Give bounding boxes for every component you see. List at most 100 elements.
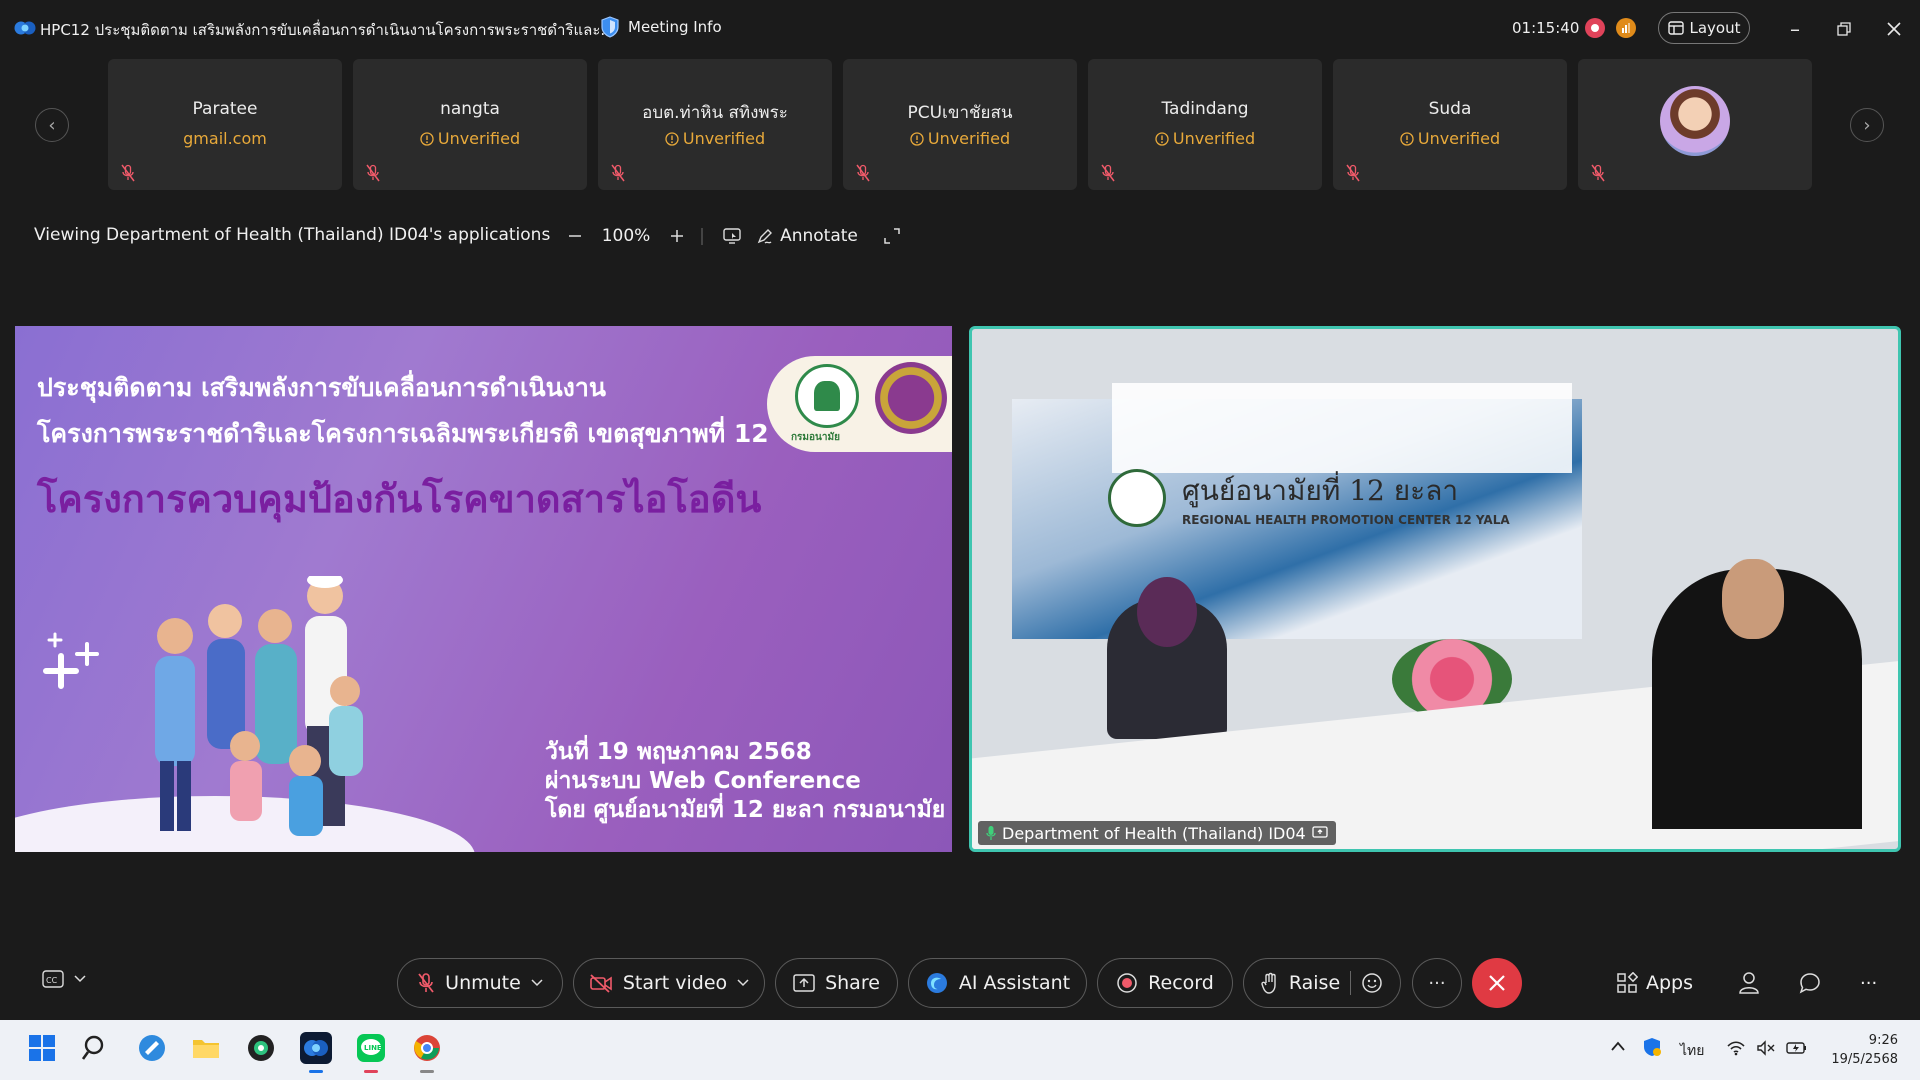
participant-status-text: Unverified	[682, 129, 766, 148]
participants-button[interactable]	[1738, 968, 1760, 998]
participant-tile[interactable]: Tadindang Unverified	[1088, 59, 1322, 190]
chrome-icon[interactable]	[411, 1032, 443, 1064]
share-label: Share	[825, 972, 880, 994]
shared-content-slide: ประชุมติดตาม เสริมพลังการขับเคลื่อนการดำ…	[15, 326, 952, 852]
unmute-label: Unmute	[445, 972, 521, 994]
record-button[interactable]: Record	[1097, 958, 1233, 1008]
end-meeting-button[interactable]	[1472, 958, 1522, 1008]
signal-bars-icon	[1622, 23, 1630, 33]
layout-button[interactable]: Layout	[1658, 12, 1750, 44]
backdrop-banner	[1112, 383, 1572, 473]
annotate-icon	[757, 229, 773, 244]
chat-icon	[1799, 973, 1820, 994]
participant-tile[interactable]: Suda Unverified	[1333, 59, 1567, 190]
search-icon[interactable]	[80, 1032, 112, 1064]
webex-logo-icon	[14, 21, 36, 35]
microphone-muted-icon	[1101, 164, 1115, 182]
volume-muted-icon[interactable]	[1756, 1040, 1776, 1060]
participant-status-text: Unverified	[437, 129, 521, 148]
webex-app-icon[interactable]	[300, 1032, 332, 1064]
recording-indicator-icon[interactable]	[1585, 18, 1605, 38]
security-shield-icon[interactable]	[1641, 1036, 1663, 1062]
zoom-out-icon[interactable]	[560, 222, 590, 250]
ai-assistant-button[interactable]: AI Assistant	[908, 958, 1087, 1008]
windows-start-icon[interactable]	[26, 1032, 58, 1064]
browser-app-icon[interactable]	[245, 1032, 277, 1064]
viewing-status: Viewing Department of Health (Thailand) …	[34, 225, 551, 245]
chevron-down-icon[interactable]	[737, 979, 749, 987]
warning-icon	[1400, 131, 1414, 146]
participant-name: Tadindang	[1161, 99, 1249, 119]
unmute-button[interactable]: Unmute	[397, 958, 563, 1008]
participant-tile[interactable]: อบต.ท่าหิน สทิงพระ Unverified	[598, 59, 832, 190]
participant-tile[interactable]: PCUเขาชัยสน Unverified	[843, 59, 1077, 190]
raise-hand-button[interactable]: Raise	[1243, 958, 1401, 1008]
more-options-button[interactable]: ···	[1412, 958, 1462, 1008]
reactions-icon[interactable]	[1361, 972, 1383, 994]
active-app-indicator	[309, 1070, 323, 1073]
annotate-button[interactable]: Annotate	[752, 222, 862, 250]
avatar	[1660, 86, 1730, 156]
meeting-info-button[interactable]: Meeting Info	[600, 16, 722, 38]
closed-captions-button[interactable]: CC	[42, 970, 86, 988]
microphone-muted-icon	[856, 164, 870, 182]
line-app-icon[interactable]: LINE	[355, 1032, 387, 1064]
microphone-muted-icon	[611, 164, 625, 182]
restore-icon[interactable]	[1829, 14, 1859, 44]
apps-label: Apps	[1646, 972, 1694, 994]
zoom-in-icon[interactable]	[662, 222, 692, 250]
more-panels-button[interactable]: ···	[1860, 968, 1877, 998]
wifi-icon[interactable]	[1726, 1040, 1746, 1060]
record-label: Record	[1148, 972, 1214, 994]
language-indicator[interactable]: ไทย	[1680, 1040, 1704, 1062]
running-app-indicator	[420, 1070, 434, 1073]
chevron-down-icon[interactable]	[531, 979, 543, 987]
slide-headline: โครงการควบคุมป้องกันโรคขาดสารไอโอดีน	[37, 477, 762, 521]
slide-line-1: ประชุมติดตาม เสริมพลังการขับเคลื่อนการดำ…	[37, 373, 607, 402]
department-emblem-icon	[1108, 469, 1166, 527]
file-explorer-icon[interactable]	[190, 1032, 222, 1064]
slide-line-2: โครงการพระราชดำริและโครงการเฉลิมพระเกียร…	[37, 419, 769, 448]
battery-charging-icon[interactable]	[1786, 1040, 1808, 1060]
clock-date: 19/5/2568	[1831, 1052, 1898, 1067]
backdrop-sign-thai: ศูนย์อนามัยที่ 12 ยะลา	[1182, 474, 1459, 507]
meeting-info-label: Meeting Info	[628, 18, 722, 36]
slide-logos: กรมอนามัย	[767, 356, 952, 452]
warning-icon	[1155, 131, 1169, 146]
remote-control-icon[interactable]	[712, 222, 752, 250]
start-video-button[interactable]: Start video	[573, 958, 765, 1008]
participant-status-text: Unverified	[1172, 129, 1256, 148]
participant-figure-left	[1107, 577, 1227, 739]
divider	[1350, 971, 1352, 995]
warning-icon	[665, 131, 679, 146]
sparkle-icon	[43, 632, 99, 689]
apps-button[interactable]: Apps	[1616, 968, 1693, 998]
svg-text:CC: CC	[46, 976, 58, 985]
close-icon	[1489, 975, 1505, 991]
participant-name: nangta	[440, 99, 500, 119]
chat-button[interactable]	[1798, 968, 1822, 998]
taskbar-app-icon[interactable]	[136, 1032, 168, 1064]
show-hidden-icons-icon[interactable]	[1610, 1040, 1626, 1056]
network-status-icon[interactable]	[1616, 18, 1636, 38]
participant-status-text: Unverified	[927, 129, 1011, 148]
close-window-icon[interactable]	[1879, 14, 1909, 44]
strip-next-arrow-icon[interactable]: ›	[1850, 108, 1884, 142]
fullscreen-icon[interactable]	[872, 222, 912, 250]
app-notification-indicator	[364, 1070, 378, 1073]
zoom-level: 100%	[601, 226, 651, 246]
system-clock[interactable]: 9:26 19/5/2568	[1818, 1031, 1898, 1069]
active-speaker-video[interactable]: ศูนย์อนามัยที่ 12 ยะลา REGIONAL HEALTH P…	[969, 326, 1901, 852]
minimize-icon[interactable]: –	[1780, 14, 1810, 44]
participant-tile[interactable]: nangta Unverified	[353, 59, 587, 190]
participant-figure-right	[1652, 559, 1862, 829]
microphone-muted-icon	[366, 164, 380, 182]
more-panels-icon: ···	[1860, 972, 1878, 994]
share-button[interactable]: Share	[775, 958, 898, 1008]
closed-captions-icon: CC	[42, 970, 64, 988]
windows-taskbar	[0, 1020, 1920, 1080]
strip-prev-arrow-icon[interactable]: ‹	[35, 108, 69, 142]
participants-icon	[1739, 972, 1759, 994]
participant-tile[interactable]: Paratee gmail.com	[108, 59, 342, 190]
participant-tile[interactable]	[1578, 59, 1812, 190]
